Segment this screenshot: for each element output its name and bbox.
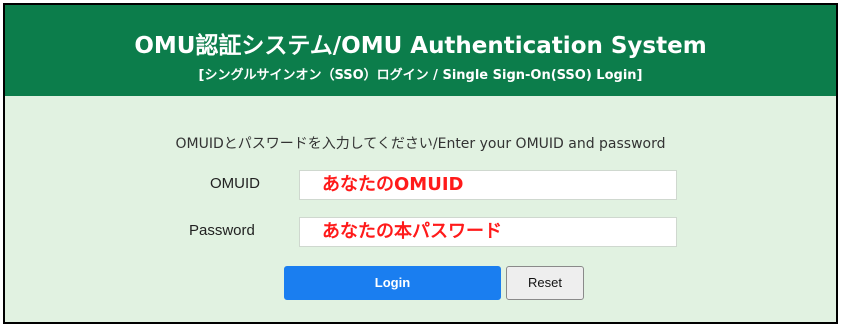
page-subtitle: [シングルサインオン（SSO）ログイン / Single Sign-On(SSO… (198, 68, 643, 83)
omuid-input[interactable]: あなたのOMUID (299, 170, 677, 200)
login-panel: OMU認証システム/OMU Authentication System [シング… (3, 3, 838, 324)
password-label: Password (189, 222, 255, 239)
reset-button[interactable]: Reset (506, 266, 584, 300)
instruction-text: OMUIDとパスワードを入力してください/Enter your OMUID an… (175, 136, 666, 152)
header-banner: OMU認証システム/OMU Authentication System [シング… (5, 5, 836, 96)
page-title: OMU認証システム/OMU Authentication System (134, 33, 707, 59)
password-input[interactable]: あなたの本パスワード (299, 217, 677, 247)
omuid-label: OMUID (210, 175, 260, 192)
login-button[interactable]: Login (284, 266, 501, 300)
